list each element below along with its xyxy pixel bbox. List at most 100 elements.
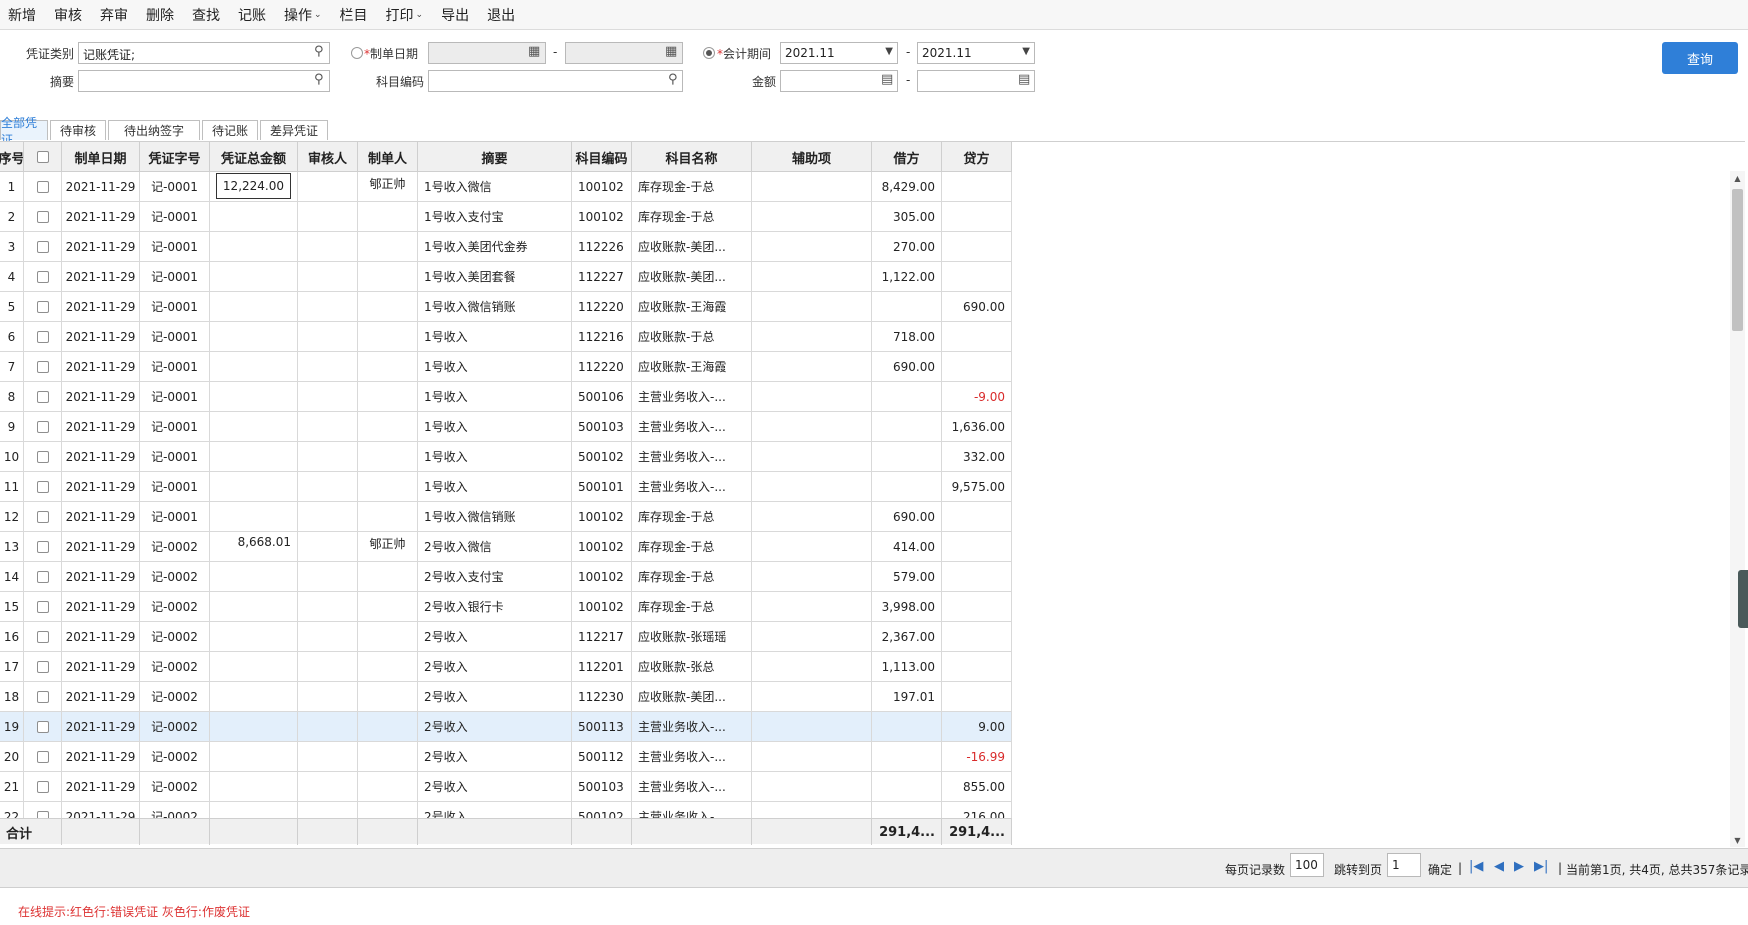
search-icon[interactable]: ⚲ xyxy=(668,72,678,87)
row-checkbox[interactable] xyxy=(36,510,49,523)
toolbar-item-2[interactable]: 弃审 xyxy=(100,5,128,25)
row-checkbox[interactable] xyxy=(36,180,49,193)
query-button[interactable]: 查询 xyxy=(1662,42,1738,74)
search-icon[interactable]: ⚲ xyxy=(314,44,324,59)
calculator-icon[interactable]: ▤ xyxy=(881,72,893,87)
table-row[interactable]: 9 2021-11-29 记-0001 1号收入 500103 主营业务收入-... 1,6… xyxy=(0,412,1012,442)
row-checkbox[interactable] xyxy=(36,420,49,433)
row-checkbox[interactable] xyxy=(36,780,49,793)
table-row[interactable]: 4 2021-11-29 记-0001 1号收入美团套餐 112227 应收账款-美团..… xyxy=(0,262,1012,292)
column-header-1[interactable] xyxy=(24,142,62,172)
prev-page-icon[interactable]: ◀ xyxy=(1494,859,1504,874)
toolbar-item-5[interactable]: 记账 xyxy=(238,5,266,25)
column-header-3[interactable]: 凭证字号 xyxy=(140,142,210,172)
period-from-select[interactable]: 2021.11 ▼ xyxy=(780,42,898,64)
table-row[interactable]: 21 2021-11-29 记-0002 2号收入 500103 主营业务收入-... 85… xyxy=(0,772,1012,802)
calculator-icon[interactable]: ▤ xyxy=(1018,72,1030,87)
row-checkbox[interactable] xyxy=(36,600,49,613)
row-checkbox[interactable] xyxy=(36,210,49,223)
table-row[interactable]: 13 2021-11-29 记-0002 8,668.01 郇正帅 2号收入微信 10010… xyxy=(0,532,1012,562)
column-header-2[interactable]: 制单日期 xyxy=(62,142,140,172)
column-header-5[interactable]: 审核人 xyxy=(298,142,358,172)
table-row[interactable]: 19 2021-11-29 记-0002 2号收入 500113 主营业务收入-... 9.… xyxy=(0,712,1012,742)
row-checkbox[interactable] xyxy=(36,750,49,763)
table-row[interactable]: 6 2021-11-29 记-0001 1号收入 112216 应收账款-于总 718.00 xyxy=(0,322,1012,352)
table-row[interactable]: 5 2021-11-29 记-0001 1号收入微信销账 112220 应收账款-王海霞 6… xyxy=(0,292,1012,322)
table-row[interactable]: 11 2021-11-29 记-0001 1号收入 500101 主营业务收入-... 9,… xyxy=(0,472,1012,502)
row-checkbox[interactable] xyxy=(36,690,49,703)
scroll-up-icon[interactable]: ▲ xyxy=(1730,171,1745,185)
toolbar-item-3[interactable]: 删除 xyxy=(146,5,174,25)
last-page-icon[interactable]: ▶| xyxy=(1534,859,1548,874)
toolbar-item-0[interactable]: 新增 xyxy=(8,5,36,25)
column-header-4[interactable]: 凭证总金额 xyxy=(210,142,298,172)
column-header-7[interactable]: 摘要 xyxy=(418,142,572,172)
side-panel-handle[interactable] xyxy=(1738,570,1748,628)
vertical-scrollbar[interactable]: ▲ ▼ xyxy=(1730,171,1745,847)
column-header-8[interactable]: 科目编码 xyxy=(572,142,632,172)
row-checkbox[interactable] xyxy=(36,660,49,673)
calendar-icon[interactable]: ▦ xyxy=(665,44,677,59)
calendar-icon[interactable]: ▦ xyxy=(528,44,540,59)
select-all-checkbox[interactable] xyxy=(36,151,49,163)
table-row[interactable]: 22 2021-11-29 记-0002 2号收入 500102 主营业务收入-... 21… xyxy=(0,802,1012,818)
toolbar-item-6[interactable]: 操作 ⌄ xyxy=(284,5,322,25)
toolbar-item-7[interactable]: 栏目 xyxy=(340,5,368,25)
page-size-input[interactable]: 100 xyxy=(1290,853,1324,877)
toolbar-item-9[interactable]: 导出 xyxy=(441,5,469,25)
table-row[interactable]: 15 2021-11-29 记-0002 2号收入银行卡 100102 库存现金-于总 3,… xyxy=(0,592,1012,622)
toolbar-item-1[interactable]: 审核 xyxy=(54,5,82,25)
table-row[interactable]: 8 2021-11-29 记-0001 1号收入 500106 主营业务收入-... -9.… xyxy=(0,382,1012,412)
jump-page-input[interactable]: 1 xyxy=(1387,853,1421,877)
voucher-type-input[interactable]: 记账凭证; xyxy=(78,42,330,64)
row-checkbox[interactable] xyxy=(36,570,49,583)
account-code-input[interactable] xyxy=(428,70,683,92)
table-row[interactable]: 3 2021-11-29 记-0001 1号收入美团代金券 112226 应收账款-美团.… xyxy=(0,232,1012,262)
tab-4[interactable]: 差异凭证 xyxy=(260,120,328,140)
row-checkbox[interactable] xyxy=(36,810,49,818)
confirm-jump-button[interactable]: 确定 xyxy=(1428,861,1452,878)
toolbar-item-4[interactable]: 查找 xyxy=(192,5,220,25)
row-checkbox[interactable] xyxy=(36,240,49,253)
row-checkbox[interactable] xyxy=(36,360,49,373)
row-checkbox[interactable] xyxy=(36,540,49,553)
column-header-0[interactable]: 序号 xyxy=(0,142,24,172)
row-checkbox[interactable] xyxy=(36,480,49,493)
row-checkbox[interactable] xyxy=(36,450,49,463)
toolbar-item-10[interactable]: 退出 xyxy=(487,5,515,25)
toolbar-item-8[interactable]: 打印 ⌄ xyxy=(386,5,424,25)
date-radio[interactable] xyxy=(351,47,363,59)
column-header-12[interactable]: 贷方 xyxy=(942,142,1012,172)
tab-3[interactable]: 待记账 xyxy=(202,120,258,140)
period-to-select[interactable]: 2021.11 ▼ xyxy=(917,42,1035,64)
row-checkbox[interactable] xyxy=(36,330,49,343)
tab-1[interactable]: 待审核 xyxy=(50,120,106,140)
column-header-11[interactable]: 借方 xyxy=(872,142,942,172)
summary-input[interactable] xyxy=(78,70,330,92)
table-row[interactable]: 10 2021-11-29 记-0001 1号收入 500102 主营业务收入-... 33… xyxy=(0,442,1012,472)
first-page-icon[interactable]: |◀ xyxy=(1469,859,1483,874)
tab-0[interactable]: 全部凭证 xyxy=(0,116,48,147)
tab-2[interactable]: 待出纳签字 xyxy=(108,120,200,140)
table-row[interactable]: 17 2021-11-29 记-0002 2号收入 112201 应收账款-张总 1,113… xyxy=(0,652,1012,682)
row-checkbox[interactable] xyxy=(36,390,49,403)
table-row[interactable]: 7 2021-11-29 记-0001 1号收入 112220 应收账款-王海霞 690.0… xyxy=(0,352,1012,382)
table-row[interactable]: 2 2021-11-29 记-0001 1号收入支付宝 100102 库存现金-于总 305… xyxy=(0,202,1012,232)
table-row[interactable]: 20 2021-11-29 记-0002 2号收入 500112 主营业务收入-... -1… xyxy=(0,742,1012,772)
column-header-9[interactable]: 科目名称 xyxy=(632,142,752,172)
period-radio[interactable] xyxy=(703,47,715,59)
table-row[interactable]: 14 2021-11-29 记-0002 2号收入支付宝 100102 库存现金-于总 57… xyxy=(0,562,1012,592)
column-header-6[interactable]: 制单人 xyxy=(358,142,418,172)
table-row[interactable]: 12 2021-11-29 记-0001 1号收入微信销账 100102 库存现金-于总 6… xyxy=(0,502,1012,532)
scroll-thumb[interactable] xyxy=(1732,189,1743,331)
next-page-icon[interactable]: ▶ xyxy=(1514,859,1524,874)
row-checkbox[interactable] xyxy=(36,630,49,643)
lookup-icon[interactable]: ⚲ xyxy=(314,72,324,87)
row-checkbox[interactable] xyxy=(36,270,49,283)
row-checkbox[interactable] xyxy=(36,720,49,733)
column-header-10[interactable]: 辅助项 xyxy=(752,142,872,172)
table-row[interactable]: 16 2021-11-29 记-0002 2号收入 112217 应收账款-张瑶瑶 2,36… xyxy=(0,622,1012,652)
scroll-down-icon[interactable]: ▼ xyxy=(1730,833,1745,847)
table-row[interactable]: 18 2021-11-29 记-0002 2号收入 112230 应收账款-美团... 19… xyxy=(0,682,1012,712)
row-checkbox[interactable] xyxy=(36,300,49,313)
